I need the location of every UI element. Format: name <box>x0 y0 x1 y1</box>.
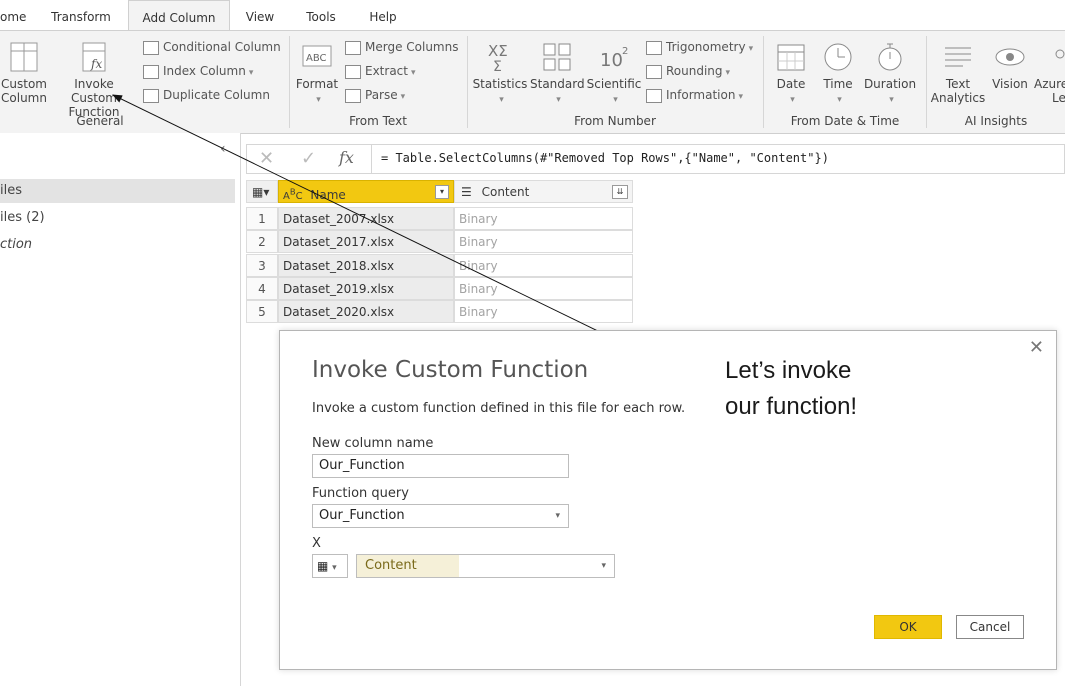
callout-line-2: our function! <box>725 393 858 420</box>
new-column-name-input[interactable]: Our_Function <box>312 454 569 478</box>
function-query-label: Function query <box>312 486 409 501</box>
x-type-selector[interactable]: ▦ ▾ <box>312 554 348 578</box>
x-column-select[interactable]: Content ▾ <box>356 554 615 578</box>
callout-text: Let’s invoke our function! <box>725 353 857 425</box>
dialog-description: Invoke a custom function defined in this… <box>312 401 686 416</box>
chevron-down-icon: ▾ <box>332 563 337 573</box>
callout-line-1: Let’s invoke <box>725 357 852 384</box>
new-column-name-label: New column name <box>312 436 434 451</box>
x-parameter-label: X <box>312 536 321 551</box>
cancel-button[interactable]: Cancel <box>956 615 1024 639</box>
dialog-title: Invoke Custom Function <box>312 357 589 383</box>
chevron-down-icon: ▾ <box>555 511 560 521</box>
table-icon: ▦ <box>317 559 329 573</box>
invoke-custom-function-dialog: ✕ Invoke Custom Function Invoke a custom… <box>279 330 1057 670</box>
close-icon[interactable]: ✕ <box>1029 337 1044 358</box>
function-query-select[interactable]: Our_Function ▾ <box>312 504 569 528</box>
chevron-down-icon: ▾ <box>601 561 606 571</box>
ok-button[interactable]: OK <box>874 615 942 639</box>
